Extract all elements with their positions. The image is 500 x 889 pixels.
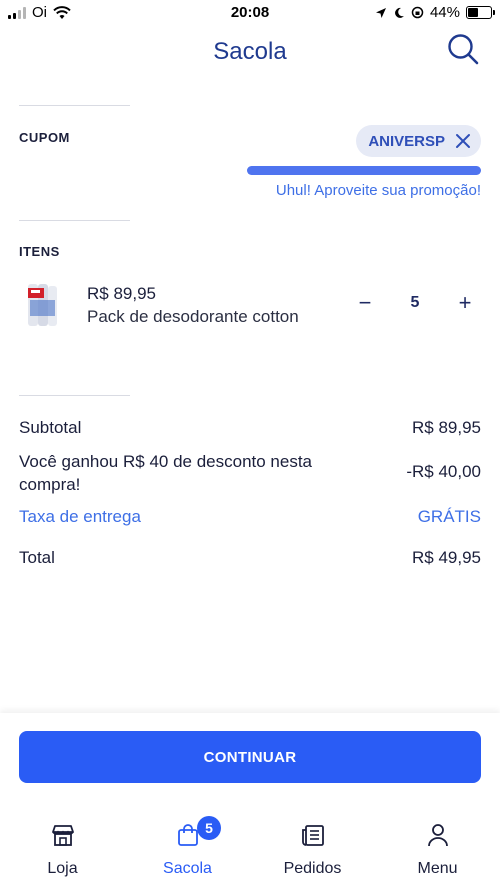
search-icon [448, 34, 479, 65]
user-icon [427, 824, 448, 847]
status-right: 44% [375, 4, 495, 21]
divider [19, 395, 130, 396]
divider [19, 220, 130, 221]
coupon-message: Uhul! Aproveite sua promoção! [275, 182, 481, 199]
tab-label: Pedidos [283, 860, 342, 877]
coupon-chip: ANIVERSP [356, 125, 481, 157]
header: Sacola [0, 26, 500, 80]
tab-loja[interactable]: Loja [0, 810, 125, 889]
battery-icon [466, 6, 495, 19]
total-value: R$ 49,95 [412, 548, 481, 567]
item-price: R$ 89,95 [87, 284, 156, 303]
delivery-label[interactable]: Taxa de entrega [19, 507, 141, 527]
continue-button[interactable]: CONTINUAR [19, 731, 481, 783]
page-title: Sacola [213, 38, 287, 65]
moon-icon [395, 7, 404, 18]
orders-icon [301, 825, 324, 846]
coupon-progress-bar [247, 166, 481, 175]
rotation-lock-icon [411, 6, 424, 19]
search-button[interactable] [446, 32, 480, 66]
total-label: Total [19, 548, 55, 567]
tab-pedidos[interactable]: Pedidos [250, 810, 375, 889]
status-bar: Oi 20:08 44% [0, 0, 500, 26]
coupon-code: ANIVERSP [368, 132, 445, 150]
store-icon [51, 825, 74, 846]
tab-label: Loja [47, 860, 78, 877]
discount-value: -R$ 40,00 [406, 462, 481, 481]
tab-bar: Loja 5 Sacola Pedidos Menu [0, 810, 500, 889]
divider [19, 105, 130, 106]
tab-sacola[interactable]: 5 Sacola [125, 810, 250, 889]
quantity-increase-button[interactable]: + [453, 290, 477, 318]
discount-label: Você ganhou R$ 40 de desconto nesta comp… [19, 452, 313, 494]
delivery-value: GRÁTIS [417, 507, 481, 526]
cart-count-badge: 5 [197, 816, 221, 840]
item-name: Pack de desodorante cotton [87, 307, 299, 326]
tab-label: Sacola [163, 860, 212, 877]
subtotal-value: R$ 89,95 [412, 418, 481, 437]
close-icon[interactable] [455, 133, 471, 149]
tab-menu[interactable]: Menu [375, 810, 500, 889]
subtotal-label: Subtotal [19, 418, 82, 437]
location-arrow-icon [375, 7, 386, 18]
product-image [28, 284, 57, 326]
quantity-decrease-button[interactable]: − [353, 290, 377, 318]
coupon-section-label: CUPOM [19, 130, 70, 145]
quantity-value: 5 [410, 294, 420, 311]
battery-percent: 44% [429, 4, 460, 21]
items-section-label: ITENS [19, 244, 60, 259]
tab-label: Menu [417, 860, 458, 877]
